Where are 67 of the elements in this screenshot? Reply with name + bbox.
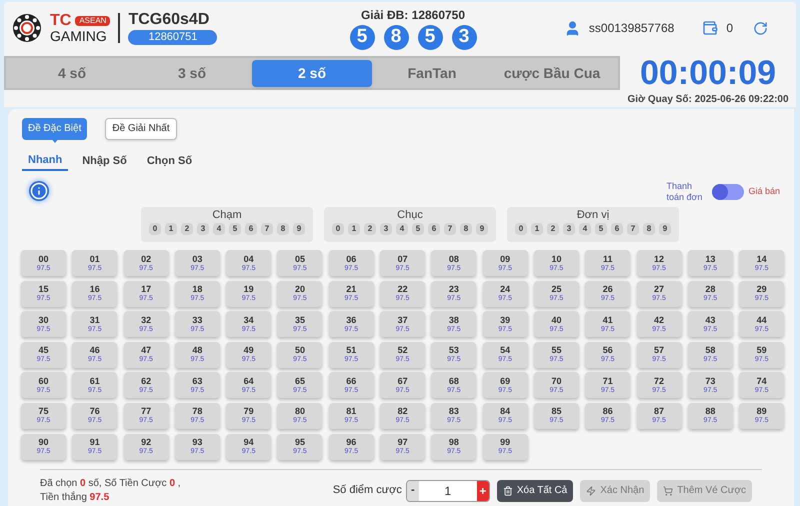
bet-summary: Đã chọn 0 số, Số Tiền Cược 0 , — [40, 476, 181, 491]
digit-button[interactable]: 1 — [165, 223, 177, 235]
digit-button[interactable]: 5 — [229, 223, 241, 235]
pointer-arrow — [50, 137, 60, 143]
result-label: Giải ĐB: 12860750 — [360, 7, 466, 24]
digit-button[interactable]: 3 — [563, 223, 575, 235]
digit-button[interactable]: 8 — [460, 223, 472, 235]
digit-button[interactable]: 7 — [627, 223, 639, 235]
minus-button[interactable]: - — [406, 480, 419, 501]
digit-button[interactable]: 6 — [245, 223, 257, 235]
lightning-icon — [586, 486, 596, 496]
digit-button[interactable]: 4 — [579, 223, 591, 235]
mode-tab[interactable]: Nhanh — [22, 152, 68, 171]
digit-button[interactable]: 2 — [181, 223, 193, 235]
digit-button[interactable]: 5 — [412, 223, 424, 235]
digit-button[interactable]: 3 — [197, 223, 209, 235]
brand-text: TC — [50, 13, 72, 29]
switch-label: Thanh toán đơn — [666, 181, 704, 203]
switch-label: Giá bán — [748, 185, 780, 198]
round-number: 12860751 — [128, 30, 218, 44]
digit-button[interactable]: 4 — [396, 223, 408, 235]
group-title: Chục — [397, 208, 423, 223]
brand-badge: ASEAN — [75, 16, 110, 26]
username: ss00139857768 — [588, 20, 674, 37]
refresh-icon[interactable] — [753, 20, 768, 36]
chip-logo-icon — [12, 13, 42, 43]
digit-button[interactable]: 1 — [348, 223, 360, 235]
trash-icon — [502, 486, 513, 496]
digit-button[interactable]: 6 — [428, 223, 440, 235]
points-label: Số điểm cược — [332, 483, 402, 498]
balance: 0 — [726, 20, 733, 37]
game-tab[interactable]: 2 số — [252, 60, 372, 86]
digit-button[interactable]: 9 — [476, 223, 488, 235]
countdown-timer: 00:00:09 — [640, 54, 776, 92]
winnings-text: Tiền thắng 97.5 — [40, 490, 110, 505]
digit-button[interactable]: 0 — [515, 223, 527, 235]
digit-button[interactable]: 2 — [547, 223, 559, 235]
cart-icon — [663, 486, 674, 496]
bet-type-button[interactable]: Đề Đặc Biệt — [22, 118, 88, 140]
bet-type-button[interactable]: Đề Giải Nhất — [105, 118, 177, 140]
draw-time: Giờ Quay Số: 2025-06-26 09:22:00 — [627, 93, 789, 107]
digit-button[interactable]: 5 — [595, 223, 607, 235]
mode-tab[interactable]: Chọn Số — [140, 152, 198, 171]
digit-button[interactable]: 0 — [149, 223, 161, 235]
action-button[interactable]: Xóa Tất Cả — [496, 480, 574, 502]
digit-button[interactable]: 0 — [332, 223, 344, 235]
mode-tab[interactable]: Nhập Số — [76, 152, 133, 171]
brand-text: GAMING — [50, 29, 108, 43]
group-title: Đơn vị — [576, 208, 610, 223]
digit-button[interactable]: 9 — [293, 223, 305, 235]
digit-button[interactable]: 9 — [659, 223, 671, 235]
wallet-icon — [702, 20, 718, 36]
plus-button[interactable]: + — [476, 480, 489, 501]
info-icon[interactable] — [29, 181, 49, 201]
digit-button[interactable]: 7 — [261, 223, 273, 235]
points-stepper[interactable]: - 1 + — [406, 480, 490, 502]
toggle-switch[interactable] — [712, 184, 744, 200]
game-title: TCG60s4D — [128, 12, 210, 28]
digit-button[interactable]: 7 — [444, 223, 456, 235]
digit-button[interactable]: 8 — [277, 223, 289, 235]
digit-button[interactable]: 2 — [364, 223, 376, 235]
group-title: Chạm — [212, 208, 242, 223]
digit-button[interactable]: 4 — [213, 223, 225, 235]
digit-button[interactable]: 3 — [380, 223, 392, 235]
digit-button[interactable]: 8 — [643, 223, 655, 235]
digit-button[interactable]: 1 — [531, 223, 543, 235]
digit-button[interactable]: 6 — [611, 223, 623, 235]
